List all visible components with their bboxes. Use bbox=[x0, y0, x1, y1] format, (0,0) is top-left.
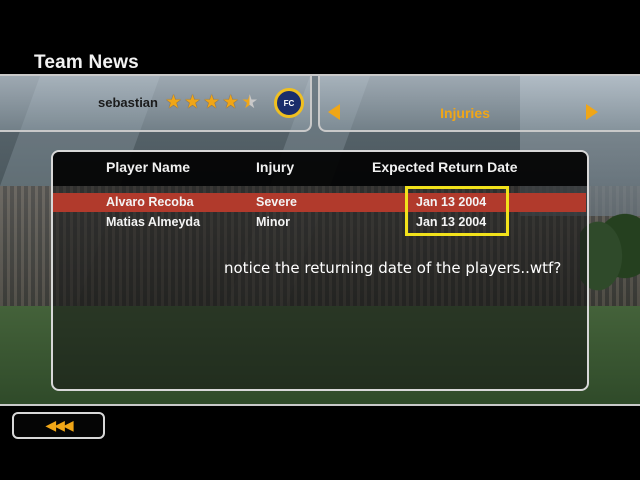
column-header-player: Player Name bbox=[106, 159, 191, 175]
star-icon: ★ bbox=[203, 92, 221, 113]
triangle-left-icon[interactable] bbox=[328, 104, 340, 120]
star-icon: ★ bbox=[222, 92, 240, 113]
half-star-icon: ★ bbox=[241, 92, 259, 113]
annotation-text: notice the returning date of the players… bbox=[224, 259, 562, 277]
page-title: Team News bbox=[34, 52, 139, 73]
back-arrows-icon: ◀◀◀ bbox=[45, 417, 73, 433]
category-label: Injuries bbox=[440, 105, 490, 121]
triangle-right-icon[interactable] bbox=[586, 104, 598, 120]
profile-name: sebastian bbox=[98, 95, 158, 110]
back-button[interactable]: ◀◀◀ bbox=[12, 412, 105, 439]
column-header-injury: Injury bbox=[256, 159, 295, 175]
cell-injury: Severe bbox=[256, 195, 298, 209]
footer-divider bbox=[0, 404, 640, 406]
column-header-return-date: Expected Return Date bbox=[372, 159, 518, 175]
trees bbox=[580, 196, 640, 296]
cell-injury: Minor bbox=[256, 215, 291, 229]
star-icon: ★ bbox=[165, 92, 183, 113]
cell-player: Alvaro Recoba bbox=[106, 195, 194, 209]
star-rating: ★ ★ ★ ★ ★ bbox=[165, 93, 258, 112]
star-icon: ★ bbox=[184, 92, 202, 113]
inter-milan-crest-icon: FC bbox=[274, 88, 304, 118]
annotation-highlight-box bbox=[405, 186, 509, 236]
club-logo-text: FC bbox=[283, 98, 295, 108]
cell-player[interactable]: Matias Almeyda bbox=[106, 215, 200, 229]
